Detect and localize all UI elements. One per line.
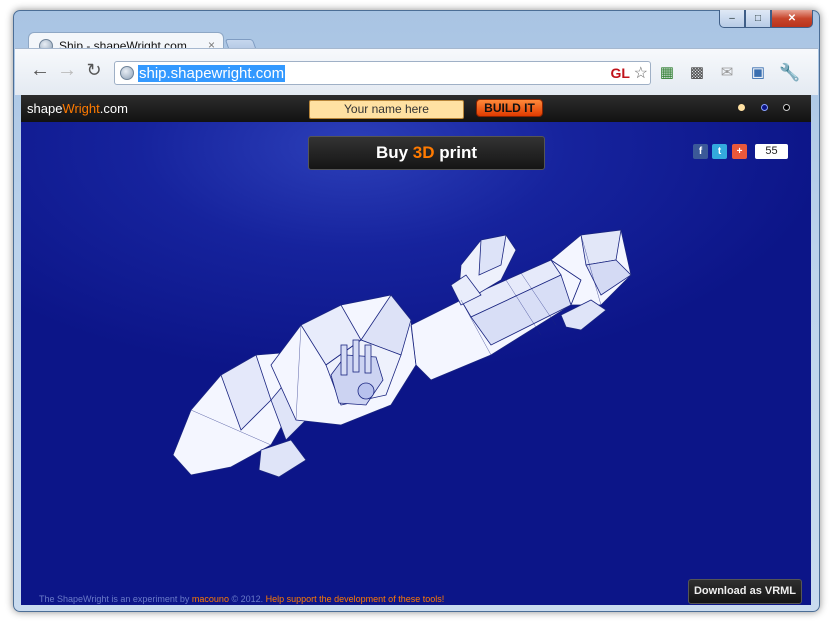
minimize-button[interactable]: –	[719, 10, 745, 28]
translate-extension-icon[interactable]: ▦	[657, 63, 677, 83]
name-input[interactable]: Your name here	[309, 100, 464, 119]
support-link[interactable]: Help support the development of these to…	[266, 594, 445, 604]
footer-credits: The ShapeWright is an experiment by maco…	[39, 594, 444, 604]
style-dot-1[interactable]	[738, 104, 745, 111]
footer-prefix: The ShapeWright is an experiment by	[39, 594, 192, 604]
footer-year: © 2012.	[228, 594, 266, 604]
screen-capture-icon[interactable]: ▣	[748, 63, 768, 83]
mail-icon[interactable]: ✉	[717, 63, 737, 83]
twitter-icon[interactable]: t	[712, 144, 727, 159]
logo-suffix: .com	[99, 101, 128, 116]
style-dot-2[interactable]	[761, 104, 768, 111]
buy-accent: 3D	[412, 143, 435, 162]
back-arrow-icon[interactable]: ←	[29, 59, 51, 81]
buy-prefix: Buy	[375, 143, 413, 162]
logo-accent: Wright	[62, 101, 100, 116]
build-it-button[interactable]: BUILD IT	[476, 99, 543, 117]
star-icon[interactable]: ☆	[634, 63, 648, 83]
buy-3d-print-button[interactable]: Buy 3D print	[308, 136, 545, 170]
url-text[interactable]: ship.shapewright.com	[138, 65, 286, 82]
close-window-button[interactable]: ✕	[771, 10, 813, 28]
reload-icon[interactable]: ↻	[83, 59, 105, 81]
share-count: 55	[755, 144, 788, 159]
logo-prefix: shape	[27, 101, 63, 116]
browser-window: – □ ✕ Ship - shapeWright.com × ← → ↻ shi…	[13, 10, 820, 612]
style-dot-3[interactable]	[783, 104, 790, 111]
window-controls: – □ ✕	[719, 10, 813, 28]
qr-code-icon[interactable]: ▩	[687, 63, 707, 83]
maximize-button[interactable]: □	[745, 10, 771, 28]
ship-model[interactable]	[161, 205, 641, 495]
browser-toolbar: ← → ↻ ship.shapewright.com GL ☆ ▦ ▩ ✉ ▣ …	[15, 48, 818, 95]
plus-share-icon[interactable]: +	[732, 144, 747, 159]
site-logo[interactable]: shapeWright.com	[27, 101, 128, 116]
download-vrml-button[interactable]: Download as VRML	[688, 579, 802, 604]
forward-arrow-icon[interactable]: →	[56, 59, 78, 81]
wrench-icon[interactable]: 🔧	[779, 63, 800, 83]
facebook-icon[interactable]: f	[693, 144, 708, 159]
address-bar[interactable]: ship.shapewright.com GL ☆	[114, 61, 651, 85]
site-header: shapeWright.com Your name here BUILD IT	[21, 95, 811, 122]
page-content: shapeWright.com Your name here BUILD IT …	[21, 95, 811, 605]
author-link[interactable]: macouno	[192, 594, 229, 604]
buy-suffix: print	[434, 143, 478, 162]
globe-icon	[120, 66, 134, 80]
gl-badge[interactable]: GL	[611, 65, 630, 81]
